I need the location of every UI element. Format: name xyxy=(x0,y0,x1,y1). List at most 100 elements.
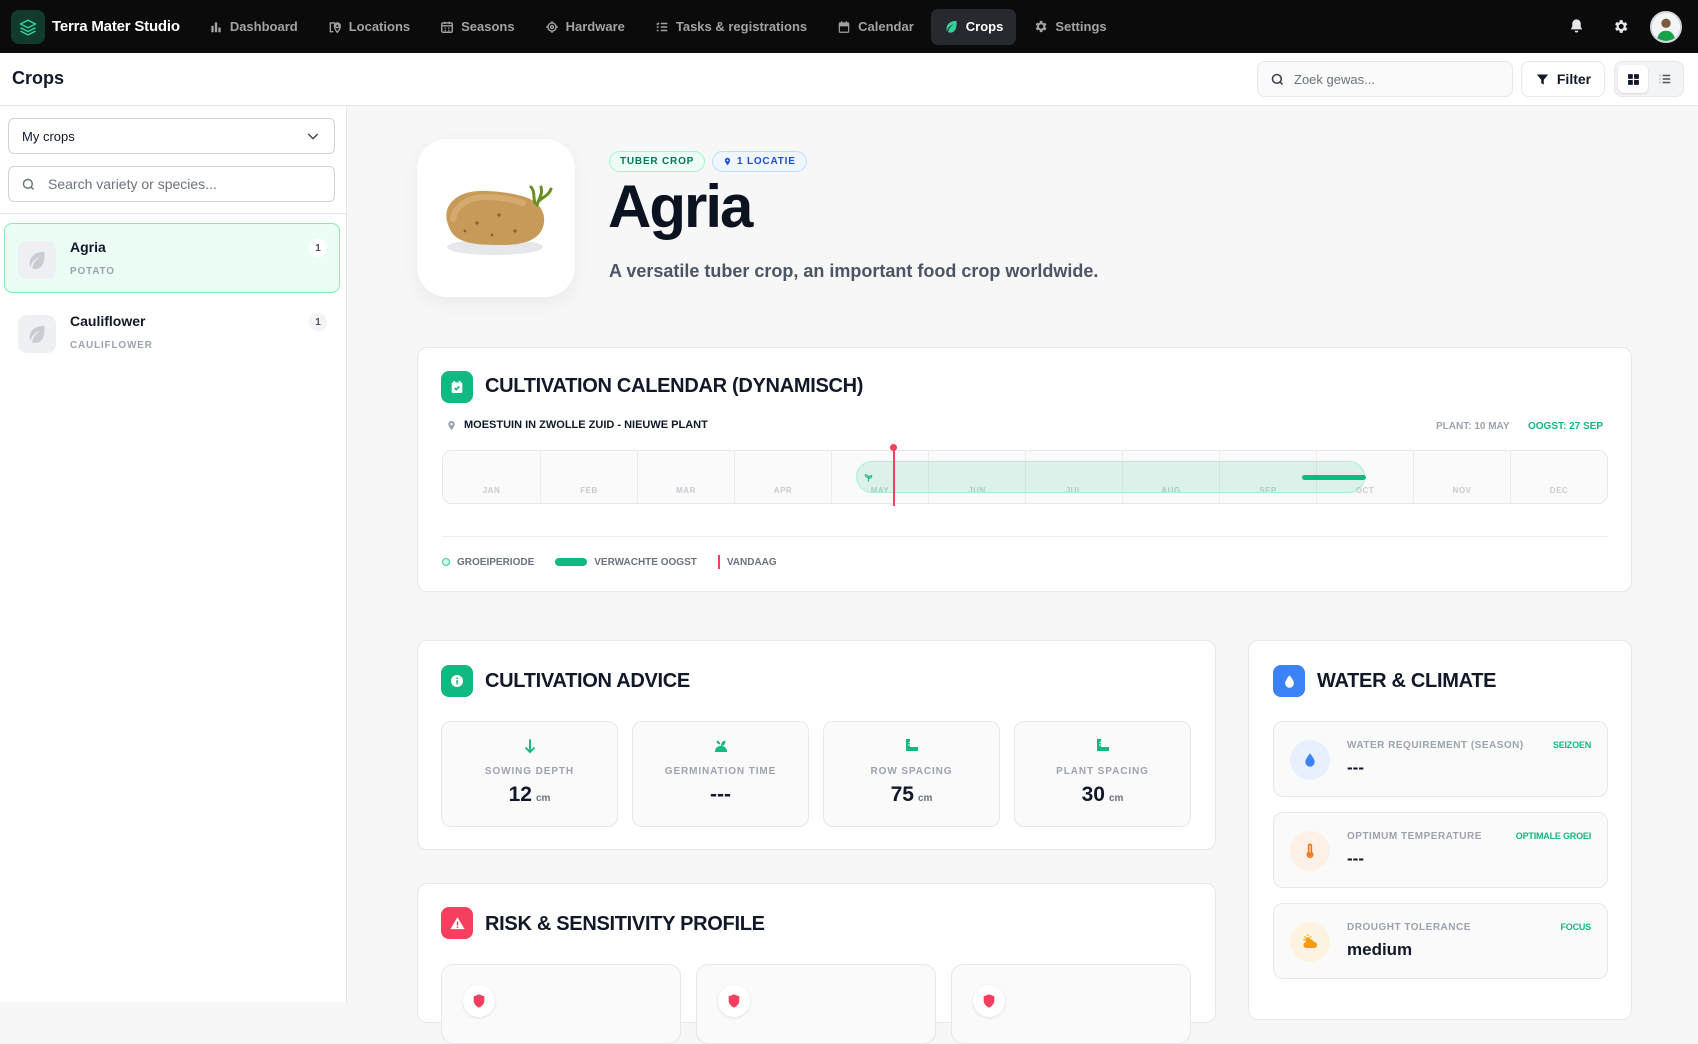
sprout-sun-icon xyxy=(714,740,727,752)
app-logo[interactable]: Terra Mater Studio xyxy=(11,9,180,44)
month-label: JAN xyxy=(482,486,501,495)
month-nov: NOV xyxy=(1413,451,1510,503)
wc-value: medium xyxy=(1347,940,1413,959)
water-climate-card: WATER & CLIMATE WATER REQUIREMENT (SEASO… xyxy=(1248,640,1632,1020)
select-value: My crops xyxy=(22,128,75,144)
stat-unit: cm xyxy=(1108,793,1124,804)
water-requirement-item: WATER REQUIREMENT (SEASON) SEIZOEN --- xyxy=(1273,721,1608,797)
search-placeholder: Search variety or species... xyxy=(48,176,217,192)
plant-date: PLANT: 10 MAY xyxy=(1436,421,1510,432)
stat-label: ROW SPACING xyxy=(870,766,953,777)
page-header: Crops Zoek gewas... Filter xyxy=(0,53,1698,106)
shield-icon xyxy=(718,985,750,1017)
month-label: FEB xyxy=(580,486,598,495)
month-label: DEC xyxy=(1549,486,1569,495)
location-tag[interactable]: 1 LOCATIE xyxy=(712,151,807,172)
crop-count-badge: 1 xyxy=(309,313,327,331)
card-title: CULTIVATION CALENDAR (DYNAMISCH) xyxy=(485,375,864,397)
crop-species: CAULIFLOWER xyxy=(70,340,153,351)
crop-title: Agria xyxy=(608,173,753,240)
stat-label: SOWING DEPTH xyxy=(484,766,575,777)
legend-growth-label: GROEIPERIODE xyxy=(457,556,535,568)
calendar-check-icon xyxy=(441,371,473,403)
nav-hardware[interactable]: Hardware xyxy=(532,9,638,45)
wc-label: WATER REQUIREMENT (SEASON) xyxy=(1347,740,1524,751)
search-icon xyxy=(22,178,35,190)
shield-icon xyxy=(463,985,495,1017)
stat-number: 75 xyxy=(890,783,914,806)
ruler-icon xyxy=(905,739,918,751)
month-label: MAR xyxy=(676,486,696,495)
sidebar-item-agria[interactable]: Agria POTATO 1 xyxy=(4,223,340,293)
bell-icon[interactable] xyxy=(1554,18,1598,35)
nav-settings[interactable]: Settings xyxy=(1020,9,1119,45)
nav-dashboard[interactable]: Dashboard xyxy=(196,9,311,45)
stat-number: --- xyxy=(710,783,731,806)
sidebar-item-cauliflower[interactable]: Cauliflower CAULIFLOWER 1 xyxy=(4,297,340,367)
optimum-temperature-item: OPTIMUM TEMPERATURE OPTIMALE GROEI --- xyxy=(1273,812,1608,888)
funnel-icon xyxy=(1536,74,1548,84)
expected-harvest-bar[interactable] xyxy=(1302,475,1366,480)
stat-unit: cm xyxy=(535,793,551,804)
crop-count-badge: 1 xyxy=(309,239,327,257)
location-label: MOESTUIN IN ZWOLLE ZUID - NIEUWE PLANT xyxy=(464,419,708,431)
wc-label: DROUGHT TOLERANCE xyxy=(1347,922,1471,933)
cultivation-timeline: JAN FEB MAR APR MAY JUN JUL AUG SEP OCT … xyxy=(442,444,1608,506)
month-label: NOV xyxy=(1452,486,1472,495)
nav-label: Dashboard xyxy=(229,19,298,34)
chevron-down-icon xyxy=(307,133,319,140)
nav-label: Hardware xyxy=(565,19,625,34)
calendar-grid-icon xyxy=(441,21,454,33)
nav-tasks[interactable]: Tasks & registrations xyxy=(642,9,820,45)
crop-search-input[interactable]: Zoek gewas... xyxy=(1257,61,1513,97)
legend-harvest-swatch xyxy=(555,558,588,566)
settings-gear-icon[interactable] xyxy=(1598,18,1642,35)
nav-label: Settings xyxy=(1055,19,1107,34)
nav-label: Locations xyxy=(348,19,411,34)
crop-name: Agria xyxy=(70,239,106,255)
filter-button[interactable]: Filter xyxy=(1521,61,1605,97)
view-toggle xyxy=(1614,61,1684,97)
legend-today-swatch xyxy=(717,555,720,569)
leaf-icon xyxy=(18,241,56,279)
card-title: WATER & CLIMATE xyxy=(1317,670,1497,692)
risk-profile-card: RISK & SENSITIVITY PROFILE xyxy=(417,883,1216,1044)
stat-germination-time: GERMINATION TIME --- xyxy=(632,721,809,827)
month-jan: JAN xyxy=(443,451,540,503)
droplet-icon xyxy=(1273,665,1305,697)
growth-period-bar[interactable] xyxy=(856,461,1365,493)
crop-filter-select[interactable]: My crops xyxy=(8,118,335,154)
stat-number: 30 xyxy=(1081,783,1105,806)
month-mar: MAR xyxy=(637,451,734,503)
filter-label: Filter xyxy=(1556,71,1592,87)
thermometer-icon xyxy=(1290,831,1330,871)
nav-seasons[interactable]: Seasons xyxy=(427,9,527,45)
variety-search-input[interactable]: Search variety or species... xyxy=(8,166,335,202)
calendar-icon xyxy=(838,20,850,33)
grid-view-button[interactable] xyxy=(1618,65,1648,93)
leaf-icon xyxy=(946,20,957,33)
stat-unit: cm xyxy=(917,793,933,804)
crop-image xyxy=(417,139,575,297)
category-tag-label: TUBER CROP xyxy=(620,156,695,167)
avatar[interactable] xyxy=(1650,10,1682,43)
stat-value: 12 cm xyxy=(442,783,617,807)
cpu-icon xyxy=(545,20,558,33)
wc-tag: OPTIMALE GROEI xyxy=(1515,831,1591,841)
nav-locations[interactable]: Locations xyxy=(315,9,423,45)
nav-crops[interactable]: Crops xyxy=(930,8,1017,45)
risk-item xyxy=(951,964,1191,1044)
cultivation-calendar-card: CULTIVATION CALENDAR (DYNAMISCH) MOESTUI… xyxy=(417,347,1632,592)
calendar-location: MOESTUIN IN ZWOLLE ZUID - NIEUWE PLANT xyxy=(446,419,708,431)
card-title: RISK & SENSITIVITY PROFILE xyxy=(485,913,765,935)
nav-calendar[interactable]: Calendar xyxy=(824,9,927,45)
stat-label: GERMINATION TIME xyxy=(664,766,777,777)
crop-sidebar: My crops Search variety or species... Ag… xyxy=(0,106,347,1002)
ruler-icon xyxy=(1096,739,1109,751)
nav-label: Calendar xyxy=(858,19,914,34)
list-view-button[interactable] xyxy=(1650,65,1680,93)
gear-icon xyxy=(1036,20,1047,33)
sidebar-divider xyxy=(0,213,346,214)
divider xyxy=(442,536,1608,537)
stat-sowing-depth: SOWING DEPTH 12 cm xyxy=(441,721,618,827)
